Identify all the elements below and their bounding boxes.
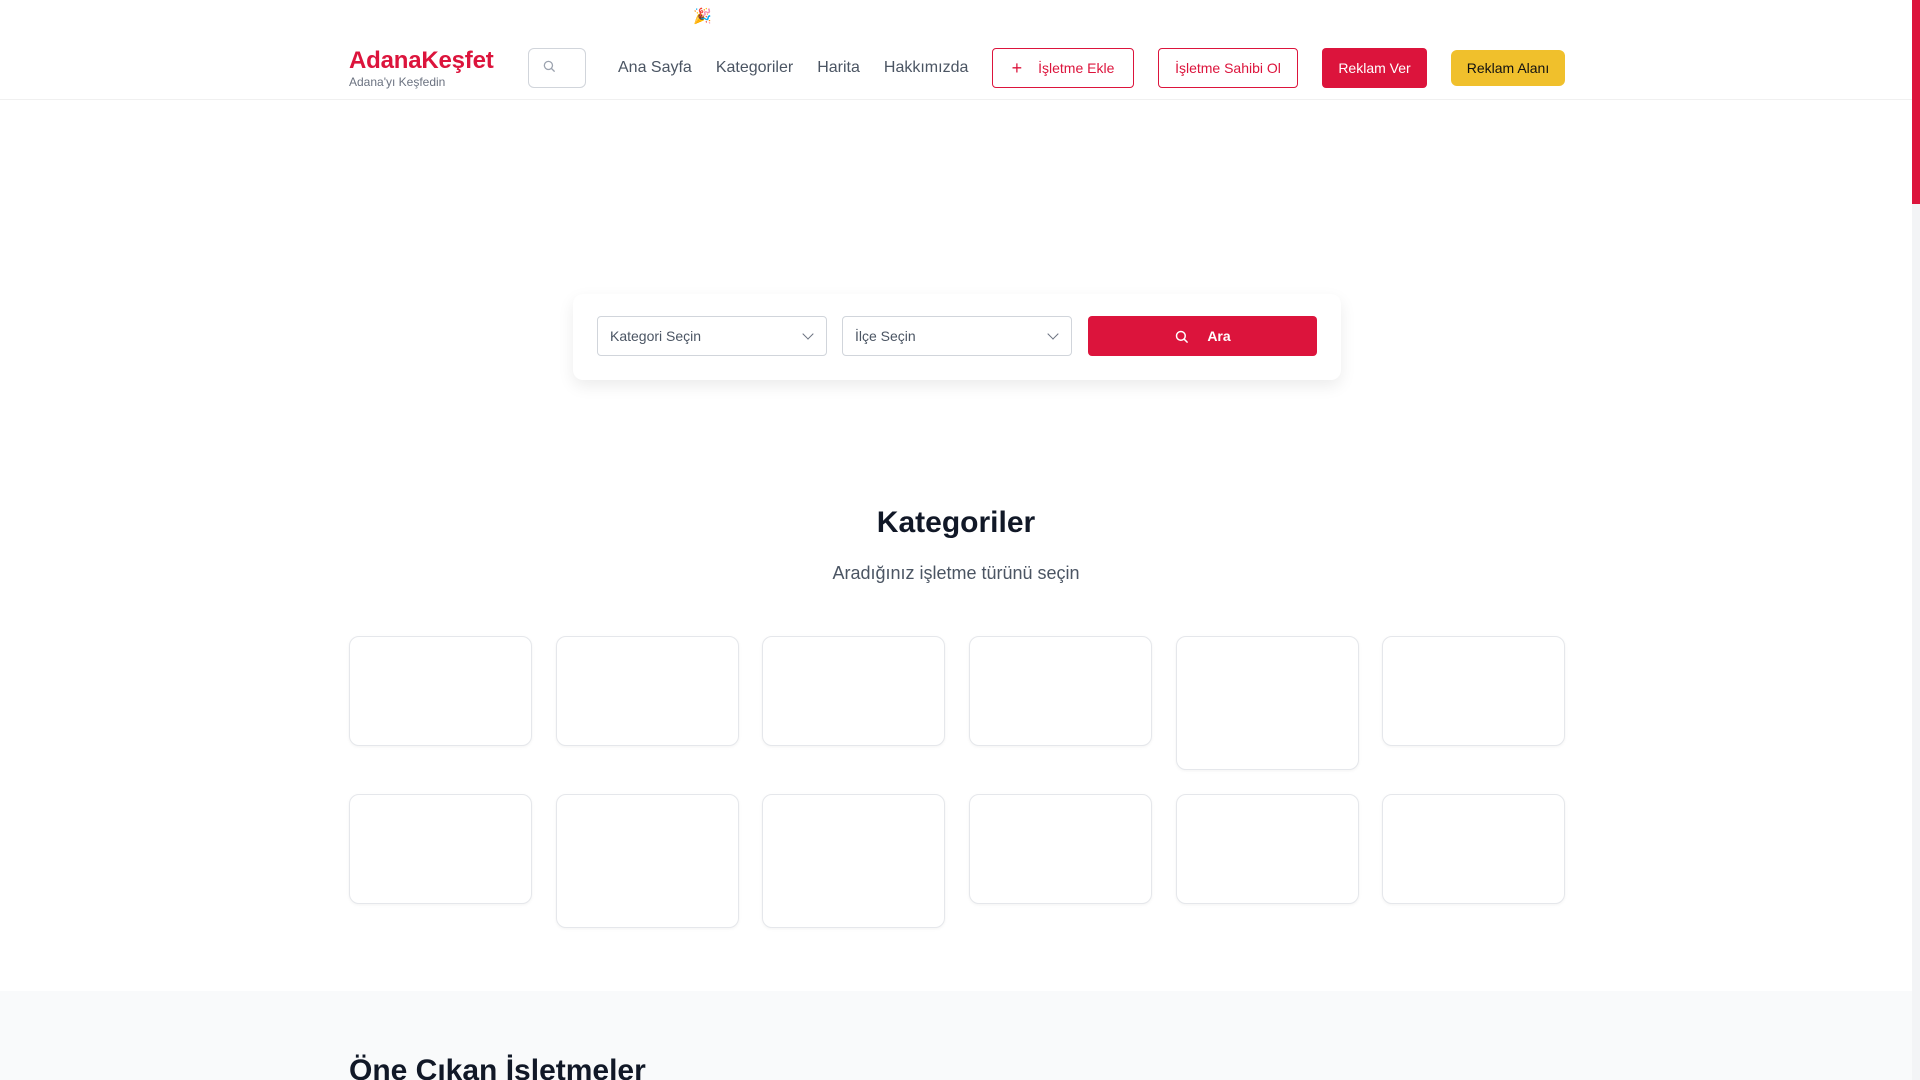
add-business-button[interactable]: + İşletme Ekle bbox=[992, 48, 1134, 88]
categories-subtitle: Aradığınız işletme türünü seçin bbox=[832, 563, 1080, 583]
page-scrollbar[interactable] bbox=[1912, 0, 1920, 1080]
category-card[interactable] bbox=[762, 636, 945, 746]
announcement-emoji: 🎉 bbox=[693, 8, 712, 25]
nav-categories[interactable]: Kategoriler bbox=[716, 58, 793, 78]
category-card[interactable] bbox=[762, 794, 945, 928]
scrollbar-thumb[interactable] bbox=[1912, 0, 1920, 204]
district-select[interactable]: İlçe Seçin bbox=[842, 316, 1072, 356]
category-select[interactable]: Kategori Seçin bbox=[597, 316, 827, 356]
search-panel: Kategori Seçin İlçe Seçin Ara bbox=[573, 294, 1341, 380]
search-icon bbox=[1174, 329, 1189, 344]
category-card[interactable] bbox=[1176, 794, 1359, 904]
featured-title: Öne Çıkan İşletmeler bbox=[349, 1054, 646, 1080]
plus-icon: + bbox=[1011, 58, 1023, 78]
logo-title[interactable]: AdanaKeşfet bbox=[349, 48, 494, 74]
search-submit-button[interactable]: Ara bbox=[1088, 316, 1317, 356]
category-card[interactable] bbox=[969, 794, 1152, 904]
category-card[interactable] bbox=[1176, 636, 1359, 770]
category-card[interactable] bbox=[556, 794, 739, 928]
logo[interactable]: AdanaKeşfet Adana'yı Keşfedin bbox=[349, 48, 494, 90]
main-nav: Ana Sayfa Kategoriler Harita Hakkımızda bbox=[618, 58, 968, 78]
category-card[interactable] bbox=[349, 794, 532, 904]
chevron-down-icon bbox=[1047, 328, 1059, 340]
category-card[interactable] bbox=[969, 636, 1152, 746]
chevron-down-icon bbox=[802, 328, 814, 340]
category-card[interactable] bbox=[1382, 636, 1565, 746]
nav-map[interactable]: Harita bbox=[817, 58, 860, 78]
category-card[interactable] bbox=[556, 636, 739, 746]
become-owner-button[interactable]: İşletme Sahibi Ol bbox=[1158, 48, 1298, 88]
category-card[interactable] bbox=[1382, 794, 1565, 904]
site-header: AdanaKeşfet Adana'yı Keşfedin Ana Sayfa … bbox=[0, 36, 1912, 100]
search-submit-label: Ara bbox=[1207, 328, 1231, 344]
nav-about[interactable]: Hakkımızda bbox=[884, 58, 968, 78]
add-business-label: İşletme Ekle bbox=[1038, 60, 1115, 76]
district-select-label: İlçe Seçin bbox=[855, 328, 916, 344]
logo-subtitle: Adana'yı Keşfedin bbox=[349, 75, 446, 89]
featured-section bbox=[0, 991, 1912, 1080]
categories-title: Kategoriler bbox=[876, 506, 1036, 539]
nav-home[interactable]: Ana Sayfa bbox=[618, 58, 692, 78]
category-select-label: Kategori Seçin bbox=[610, 328, 702, 344]
ad-area-button[interactable]: Reklam Alanı bbox=[1451, 50, 1565, 86]
header-search-button[interactable] bbox=[528, 48, 586, 88]
advertise-button[interactable]: Reklam Ver bbox=[1322, 48, 1427, 88]
category-card[interactable] bbox=[349, 636, 532, 746]
search-icon bbox=[542, 59, 556, 78]
